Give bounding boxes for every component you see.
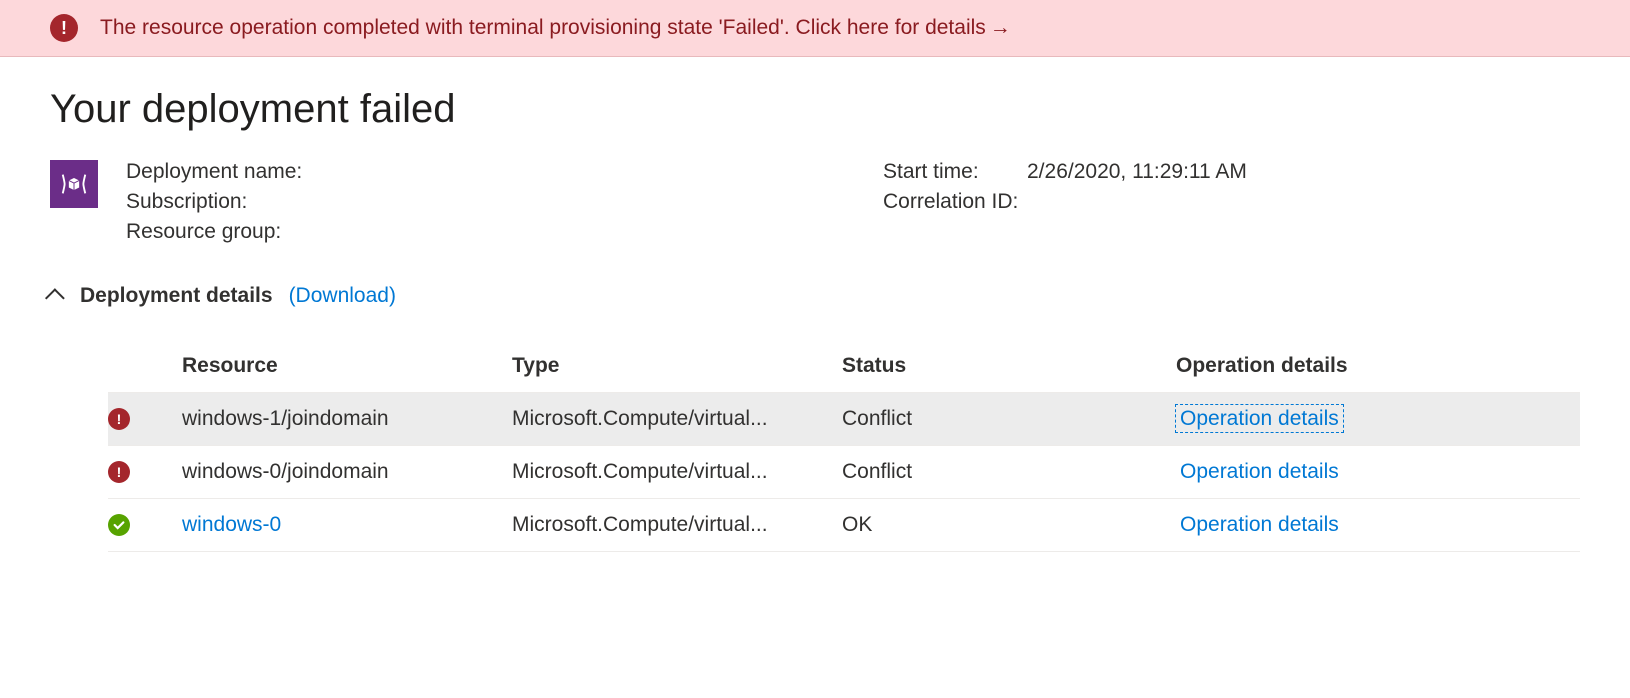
resource-group-label: Resource group:: [126, 220, 296, 244]
start-time-label: Start time:: [883, 160, 1013, 184]
resource-status: OK: [842, 513, 1176, 537]
error-icon: !: [50, 14, 78, 42]
operation-details-link[interactable]: Operation details: [1176, 405, 1343, 432]
chevron-up-icon: [45, 288, 65, 308]
arrow-right-icon: →: [990, 16, 1011, 39]
col-resource: Resource: [182, 354, 512, 378]
deployment-details-title: Deployment details: [80, 284, 273, 308]
col-operation-details: Operation details: [1176, 354, 1580, 378]
error-banner[interactable]: ! The resource operation completed with …: [0, 0, 1630, 57]
table-row[interactable]: ! windows-1/joindomainMicrosoft.Compute/v…: [108, 393, 1580, 446]
error-banner-text: The resource operation completed with te…: [100, 16, 1011, 40]
resource-status: Conflict: [842, 407, 1176, 431]
download-link[interactable]: (Download): [289, 284, 396, 308]
table-row[interactable]: ! windows-0/joindomainMicrosoft.Compute/v…: [108, 446, 1580, 499]
error-icon: !: [108, 408, 130, 430]
content: Your deployment failed Deployment name: …: [0, 57, 1630, 552]
resource-name: windows-0/joindomain: [182, 460, 512, 484]
deployment-details-table: Resource Type Status Operation details !…: [50, 340, 1580, 552]
col-status: Status: [842, 354, 1176, 378]
page-title: Your deployment failed: [50, 87, 1580, 132]
table-header-row: Resource Type Status Operation details: [108, 340, 1580, 393]
deployment-overview: Deployment name: Subscription: Resource …: [50, 160, 1580, 250]
col-type: Type: [512, 354, 842, 378]
resource-name: windows-1/joindomain: [182, 407, 512, 431]
operation-details-link[interactable]: Operation details: [1176, 511, 1343, 538]
deployment-name-label: Deployment name:: [126, 160, 302, 184]
resource-type: Microsoft.Compute/virtual...: [512, 460, 842, 484]
deployment-icon: [50, 160, 98, 208]
resource-status: Conflict: [842, 460, 1176, 484]
resource-link[interactable]: windows-0: [182, 513, 281, 536]
error-icon: !: [108, 461, 130, 483]
table-row[interactable]: windows-0 Microsoft.Compute/virtual...OKO…: [108, 499, 1580, 552]
success-icon: [108, 514, 130, 536]
deployment-details-header[interactable]: Deployment details (Download): [50, 284, 1580, 308]
correlation-id-label: Correlation ID:: [883, 190, 1018, 214]
start-time-value: 2/26/2020, 11:29:11 AM: [1027, 160, 1247, 184]
resource-type: Microsoft.Compute/virtual...: [512, 513, 842, 537]
operation-details-link[interactable]: Operation details: [1176, 458, 1343, 485]
subscription-label: Subscription:: [126, 190, 296, 214]
resource-type: Microsoft.Compute/virtual...: [512, 407, 842, 431]
